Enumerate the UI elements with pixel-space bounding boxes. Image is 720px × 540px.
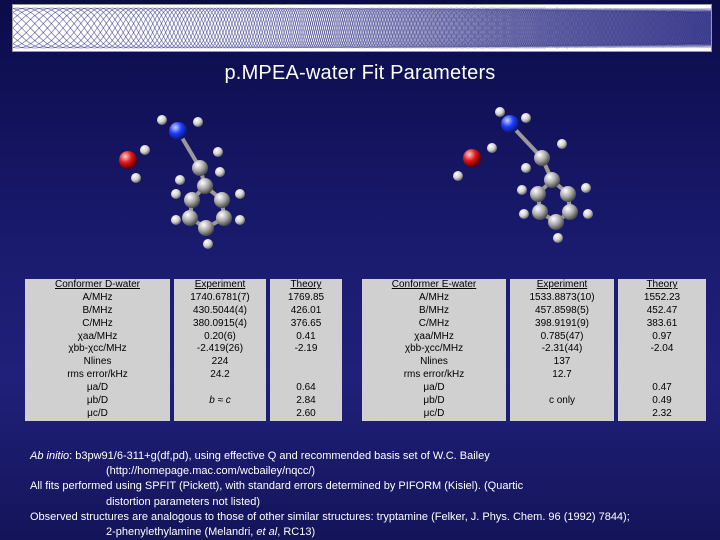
- param-column: Conformer E-water A/MHz B/MHz C/MHz χaa/…: [362, 279, 506, 421]
- theory-column: Theory 1552.23 452.47 383.61 0.97 -2.04 …: [618, 279, 706, 421]
- theory-cell: [618, 356, 706, 369]
- param-column: Conformer D-water A/MHz B/MHz C/MHz χaa/…: [25, 279, 170, 421]
- param-cell: B/MHz: [82, 304, 113, 316]
- experiment-column: Experiment 1740.6781(7) 430.5044(4) 380.…: [174, 279, 266, 421]
- param-cell: μc/D: [87, 407, 108, 419]
- param-cell: μb/D: [423, 395, 445, 407]
- theory-cell: -2.04: [650, 343, 674, 355]
- theory-header: Theory: [646, 279, 678, 290]
- param-cell: A/MHz: [419, 291, 449, 303]
- param-cell: rms error/kHz: [67, 369, 128, 381]
- param-cell: χaa/MHz: [77, 330, 118, 342]
- param-cell: μa/D: [86, 382, 109, 394]
- experiment-cell: 1740.6781(7): [190, 291, 250, 303]
- experiment-cell: [510, 408, 614, 421]
- param-cell: A/MHz: [82, 291, 113, 303]
- theory-cell: 0.64: [296, 382, 316, 394]
- theory-cell: -2.19: [294, 343, 318, 355]
- note-text: 2-phenylethylamine (Melandri,: [106, 526, 257, 539]
- theory-cell: 2.32: [652, 407, 672, 419]
- note-ab-initio: Ab initio: b3pw91/6-311+g(df,pd), using …: [30, 449, 710, 464]
- theory-cell: 383.61: [646, 317, 678, 329]
- theory-cell: 0.47: [652, 382, 672, 394]
- param-cell: μc/D: [423, 407, 445, 419]
- param-cell: χaa/MHz: [414, 330, 454, 342]
- molecule-e-image: [453, 107, 593, 243]
- theory-cell: [270, 356, 342, 369]
- theory-cell: [270, 369, 342, 382]
- experiment-cell: [510, 382, 614, 395]
- param-cell: C/MHz: [82, 317, 113, 329]
- param-cell: C/MHz: [418, 317, 450, 329]
- theory-cell: 426.01: [290, 304, 322, 316]
- wave-banner: [12, 4, 712, 52]
- theory-cell: 2.84: [296, 395, 316, 407]
- page-title: p.MPEA-water Fit Parameters: [224, 62, 496, 84]
- molecule-d-image: [119, 115, 245, 249]
- param-cell: Nlines: [420, 356, 448, 368]
- note-structures-continued: 2-phenylethylamine (Melandri, et al, RC1…: [30, 525, 710, 540]
- note-url: (http://homepage.mac.com/wcbailey/nqcc/): [106, 465, 316, 478]
- experiment-column: Experiment 1533.8873(10) 457.8598(5) 398…: [510, 279, 614, 421]
- experiment-cell: 1533.8873(10): [529, 291, 595, 303]
- experiment-cell: [174, 382, 266, 395]
- theory-cell: 0.97: [652, 330, 672, 342]
- wave-pattern-icon: [13, 6, 711, 50]
- experiment-cell: -2.31(44): [541, 343, 583, 355]
- theory-cell: 452.47: [646, 304, 678, 316]
- param-header: Conformer D-water: [54, 279, 141, 290]
- experiment-cell: 0.20(6): [204, 330, 236, 342]
- experiment-cell: 398.9191(9): [535, 317, 589, 329]
- theory-cell: 0.41: [296, 330, 316, 342]
- note-fits: All fits performed using SPFIT (Pickett)…: [30, 480, 524, 493]
- param-cell: μa/D: [423, 382, 445, 394]
- experiment-cell: c only: [548, 395, 576, 407]
- experiment-cell: -2.419(26): [196, 343, 244, 355]
- experiment-cell: 380.0915(4): [193, 317, 247, 329]
- theory-cell: 1769.85: [287, 291, 325, 303]
- footnotes: Ab initio: b3pw91/6-311+g(df,pd), using …: [30, 449, 710, 540]
- note-text: : b3pw91/6-311+g(df,pd), using effective…: [69, 450, 490, 462]
- ab-initio-label: Ab initio: [30, 450, 70, 462]
- experiment-cell: [174, 408, 266, 421]
- param-cell: χbb-χcc/MHz: [68, 343, 127, 355]
- theory-cell: 0.49: [652, 395, 672, 407]
- experiment-header: Experiment: [194, 279, 246, 290]
- note-text: , RC13): [277, 526, 316, 539]
- param-cell: B/MHz: [419, 304, 449, 316]
- param-cell: Nlines: [83, 356, 112, 368]
- experiment-header: Experiment: [536, 279, 588, 290]
- theory-cell: 1552.23: [643, 291, 681, 303]
- note-et-al: et al: [256, 526, 278, 539]
- experiment-cell: 224: [211, 356, 229, 368]
- param-cell: rms error/kHz: [403, 369, 465, 381]
- param-cell: χbb-χcc/MHz: [404, 343, 464, 355]
- theory-cell: 2.60: [296, 407, 316, 419]
- experiment-cell: 0.785(47): [540, 330, 584, 342]
- theory-cell: [618, 369, 706, 382]
- experiment-cell: b ≈ c: [209, 395, 231, 407]
- experiment-cell: 457.8598(5): [535, 304, 589, 316]
- note-fits-continued: distortion parameters not listed): [106, 495, 261, 508]
- note-structures: Observed structures are analogous to tho…: [30, 510, 630, 523]
- experiment-cell: 137: [553, 356, 571, 368]
- experiment-cell: 24.2: [210, 369, 230, 381]
- param-cell: μb/D: [86, 395, 109, 407]
- experiment-cell: 430.5044(4): [193, 304, 247, 316]
- theory-column: Theory 1769.85 426.01 376.65 0.41 -2.19 …: [270, 279, 342, 421]
- param-header: Conformer E-water: [391, 279, 477, 290]
- experiment-cell: 12.7: [552, 369, 572, 381]
- theory-cell: 376.65: [290, 317, 322, 329]
- theory-header: Theory: [290, 279, 322, 290]
